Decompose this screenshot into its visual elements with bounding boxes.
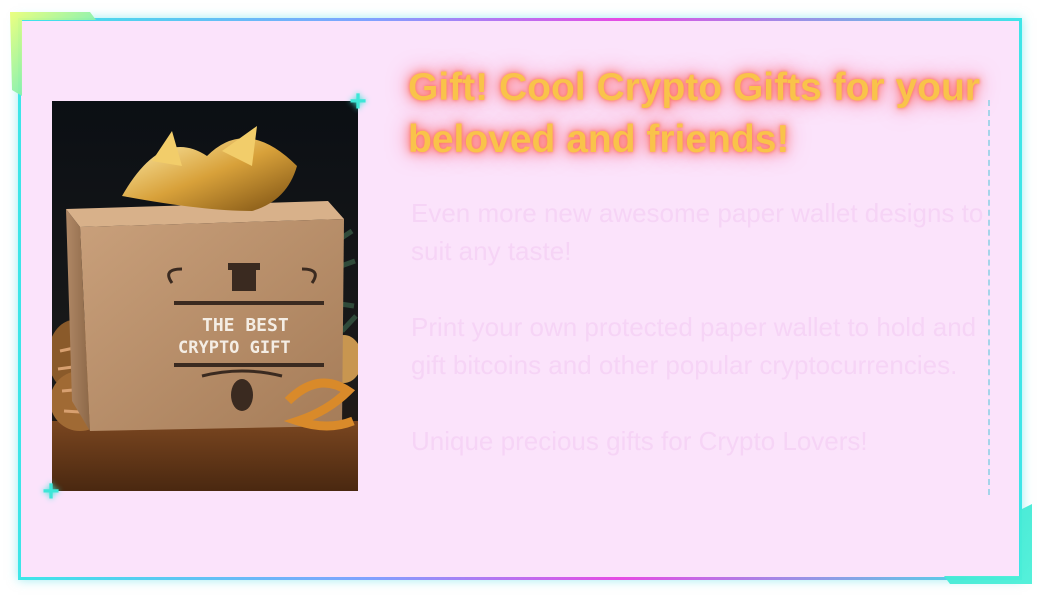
dashed-divider [988,100,990,495]
description-paragraph: Print your own protected paper wallet to… [411,312,977,380]
plus-icon: + [349,85,367,118]
box-text-line2: CRYPTO GIFT [178,338,291,358]
gift-icon [228,263,260,291]
gift-box-photo: THE BEST CRYPTO GIFT [52,101,358,491]
description-paragraph: Even more new awesome paper wallet desig… [411,198,984,266]
crypto-gift-card: THE BEST CRYPTO GIFT + + Gift! Cool Cryp… [0,0,1044,602]
description-paragraph: Unique precious gifts for Crypto Lovers! [411,426,868,456]
card-description: Even more new awesome paper wallet desig… [411,194,986,460]
box-text-line1: THE BEST [202,315,289,336]
card-title: Gift! Cool Crypto Gifts for your beloved… [408,66,980,161]
plus-icon: + [42,475,60,508]
